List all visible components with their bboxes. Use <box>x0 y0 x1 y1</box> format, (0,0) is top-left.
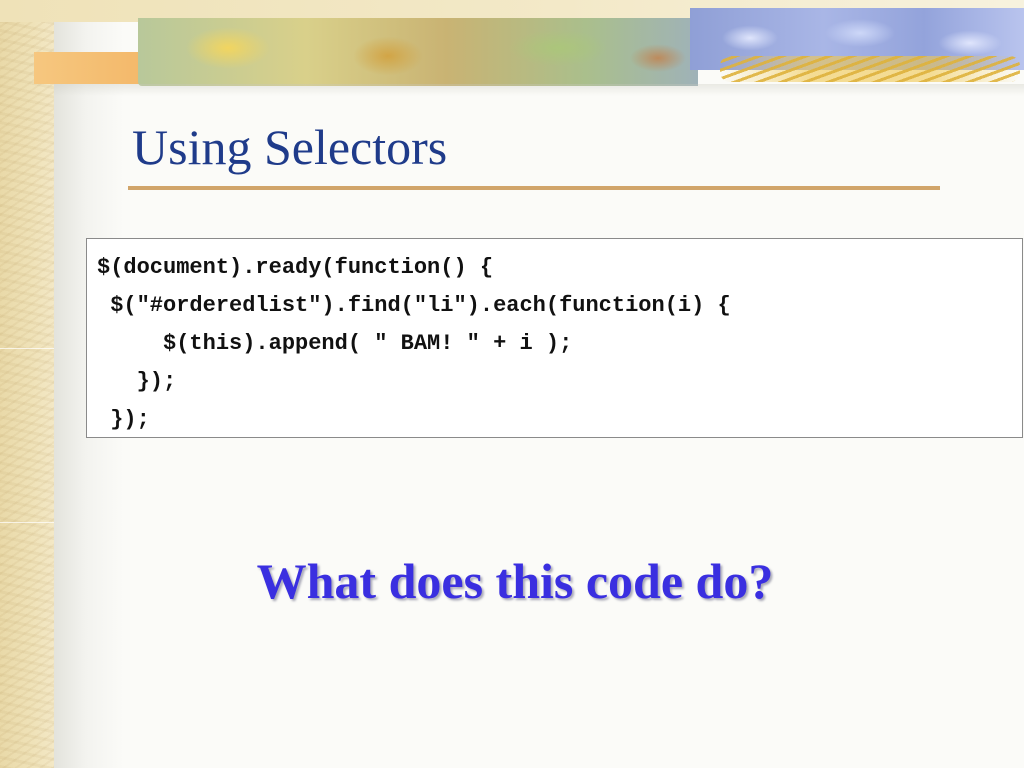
band-divider <box>0 522 54 523</box>
slide-title: Using Selectors <box>132 119 448 175</box>
decorative-banner <box>0 0 1024 96</box>
code-line: $(this).append( " BAM! " + i ); <box>97 331 573 356</box>
band-divider <box>0 348 54 349</box>
question-text: What does this code do? <box>256 553 774 609</box>
title-underline <box>128 186 940 190</box>
slide: Using Selectors $(document).ready(functi… <box>0 0 1024 768</box>
code-line: $(document).ready(function() { <box>97 255 494 280</box>
leaves-image <box>138 18 698 86</box>
code-line: }); <box>97 369 177 394</box>
banner-orange-block <box>34 52 154 84</box>
banner-shadow <box>54 84 1024 96</box>
code-line: $("#orderedlist").find("li").each(functi… <box>97 293 731 318</box>
parchment-side-band <box>0 0 54 768</box>
code-block: $(document).ready(function() { $("#order… <box>86 238 1023 438</box>
wheat-image <box>720 56 1020 82</box>
code-line: }); <box>97 407 150 432</box>
